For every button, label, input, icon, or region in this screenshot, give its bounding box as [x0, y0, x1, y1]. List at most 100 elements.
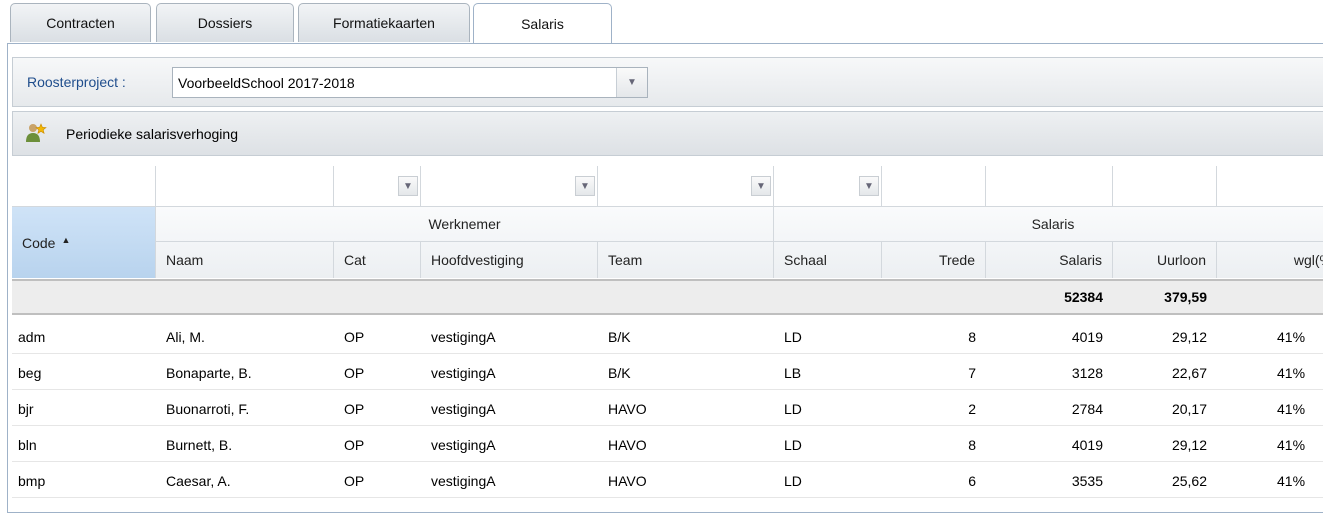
group-werknemer: Werknemer [156, 207, 774, 242]
summary-row: 52384 379,59 [12, 279, 1323, 315]
cell-vestiging: vestigingA [431, 364, 496, 381]
cell-vestiging: vestigingA [431, 328, 496, 345]
filter-cat[interactable]: ▼ [334, 166, 421, 208]
cell-wgl: 41% [1277, 400, 1306, 417]
tab-formatiekaarten[interactable]: Formatiekaarten [298, 3, 470, 42]
cell-salaris: 4019 [1071, 328, 1103, 345]
cell-cat: OP [344, 364, 365, 381]
cell-wgl: 41% [1277, 364, 1306, 381]
cell-code: bmp [18, 472, 46, 489]
table-row[interactable]: bjr Buonarroti, F. OP vestigingA HAVO LD 2 2784… [12, 392, 1323, 426]
cell-schaal: LD [784, 328, 802, 345]
cell-cat: OP [344, 400, 365, 417]
cell-team: HAVO [608, 400, 647, 417]
filter-trede[interactable] [882, 166, 986, 208]
cell-code: bjr [18, 400, 34, 417]
cell-wgl: 41% [1277, 328, 1306, 345]
cell-uurloon: 29,12 [1171, 436, 1207, 453]
cell-salaris: 4019 [1071, 436, 1103, 453]
summary-salaris: 52384 [1064, 289, 1103, 305]
column-code-label: Code [22, 234, 56, 251]
cell-cat: OP [344, 472, 365, 489]
column-salaris[interactable]: Salaris [986, 242, 1113, 278]
column-uurloon[interactable]: Uurloon [1113, 242, 1217, 278]
cell-trede: 7 [968, 364, 976, 381]
filter-schaal[interactable]: ▼ [774, 166, 882, 208]
cell-vestiging: vestigingA [431, 472, 496, 489]
cell-schaal: LD [784, 400, 802, 417]
cell-naam: Burnett, B. [166, 436, 233, 453]
filter-uurloon[interactable] [1113, 166, 1217, 208]
cell-code: bln [18, 436, 37, 453]
column-code[interactable]: Code ▲ [12, 207, 156, 278]
cell-naam: Caesar, A. [166, 472, 231, 489]
salary-increase-button[interactable]: Periodieke salarisverhoging [66, 126, 238, 142]
cell-team: HAVO [608, 436, 647, 453]
cell-schaal: LB [784, 364, 802, 381]
cell-vestiging: vestigingA [431, 400, 496, 417]
cell-trede: 8 [968, 328, 976, 345]
filter-salaris[interactable] [986, 166, 1113, 208]
cell-naam: Buonarroti, F. [166, 400, 250, 417]
cell-cat: OP [344, 328, 365, 345]
action-toolbar: Periodieke salarisverhoging [12, 111, 1323, 156]
cell-team: B/K [608, 364, 631, 381]
column-hoofdvestiging[interactable]: Hoofdvestiging [421, 242, 598, 278]
filter-row: ▼ ▼ ▼ ▼ [12, 166, 1323, 208]
cell-wgl: 41% [1277, 472, 1306, 489]
cell-salaris: 3535 [1071, 472, 1103, 489]
column-header: Code ▲ Werknemer Salaris Naam Cat Hoofdv… [12, 206, 1323, 278]
filter-code[interactable] [12, 166, 156, 208]
cell-cat: OP [344, 436, 365, 453]
cell-trede: 8 [968, 436, 976, 453]
filter-team[interactable]: ▼ [598, 166, 774, 208]
column-team[interactable]: Team [598, 242, 774, 278]
cell-code: adm [18, 328, 46, 345]
cell-code: beg [18, 364, 42, 381]
cell-vestiging: vestigingA [431, 436, 496, 453]
cell-team: B/K [608, 328, 631, 345]
project-toolbar: Roosterproject : VoorbeeldSchool 2017-20… [12, 57, 1323, 107]
cell-salaris: 2784 [1071, 400, 1103, 417]
cell-schaal: LD [784, 436, 802, 453]
cell-salaris: 3128 [1071, 364, 1103, 381]
chevron-down-icon[interactable]: ▼ [398, 176, 418, 196]
column-trede[interactable]: Trede [882, 242, 986, 278]
cell-trede: 2 [968, 400, 976, 417]
cell-uurloon: 25,62 [1171, 472, 1207, 489]
project-label: Roosterproject : [27, 74, 126, 90]
cell-uurloon: 22,67 [1171, 364, 1207, 381]
cell-naam: Ali, M. [166, 328, 205, 345]
cell-uurloon: 20,17 [1171, 400, 1207, 417]
table-row[interactable]: adm Ali, M. OP vestigingA B/K LD 8 4019 29,12 41% [12, 320, 1323, 354]
cell-naam: Bonaparte, B. [166, 364, 252, 381]
cell-team: HAVO [608, 472, 647, 489]
table-row[interactable]: bmp Caesar, A. OP vestigingA HAVO LD 6 3535 25,6… [12, 464, 1323, 498]
chevron-down-icon[interactable]: ▼ [616, 68, 647, 97]
cell-trede: 6 [968, 472, 976, 489]
chevron-down-icon[interactable]: ▼ [859, 176, 879, 196]
group-salaris: Salaris [774, 207, 1323, 242]
column-wgl[interactable]: wgl(% [1217, 242, 1323, 278]
column-schaal[interactable]: Schaal [774, 242, 882, 278]
filter-hoofdvestiging[interactable]: ▼ [421, 166, 598, 208]
filter-wgl[interactable] [1217, 166, 1323, 208]
summary-uurloon: 379,59 [1164, 289, 1207, 305]
table-row[interactable]: beg Bonaparte, B. OP vestigingA B/K LB 7 3128 22… [12, 356, 1323, 390]
column-naam[interactable]: Naam [156, 242, 334, 278]
table-row[interactable]: bln Burnett, B. OP vestigingA HAVO LD 8 4019 29,… [12, 428, 1323, 462]
chevron-down-icon[interactable]: ▼ [575, 176, 595, 196]
cell-uurloon: 29,12 [1171, 328, 1207, 345]
column-cat[interactable]: Cat [334, 242, 421, 278]
person-star-icon[interactable] [25, 122, 47, 144]
tab-salaris[interactable]: Salaris [473, 3, 612, 44]
chevron-down-icon[interactable]: ▼ [751, 176, 771, 196]
cell-wgl: 41% [1277, 436, 1306, 453]
tab-contracten[interactable]: Contracten [10, 3, 151, 42]
cell-schaal: LD [784, 472, 802, 489]
project-select[interactable]: VoorbeeldSchool 2017-2018 ▼ [172, 67, 648, 98]
filter-naam[interactable] [156, 166, 334, 208]
tab-dossiers[interactable]: Dossiers [156, 3, 294, 42]
project-select-value: VoorbeeldSchool 2017-2018 [178, 75, 355, 91]
sort-ascending-icon: ▲ [61, 234, 71, 245]
